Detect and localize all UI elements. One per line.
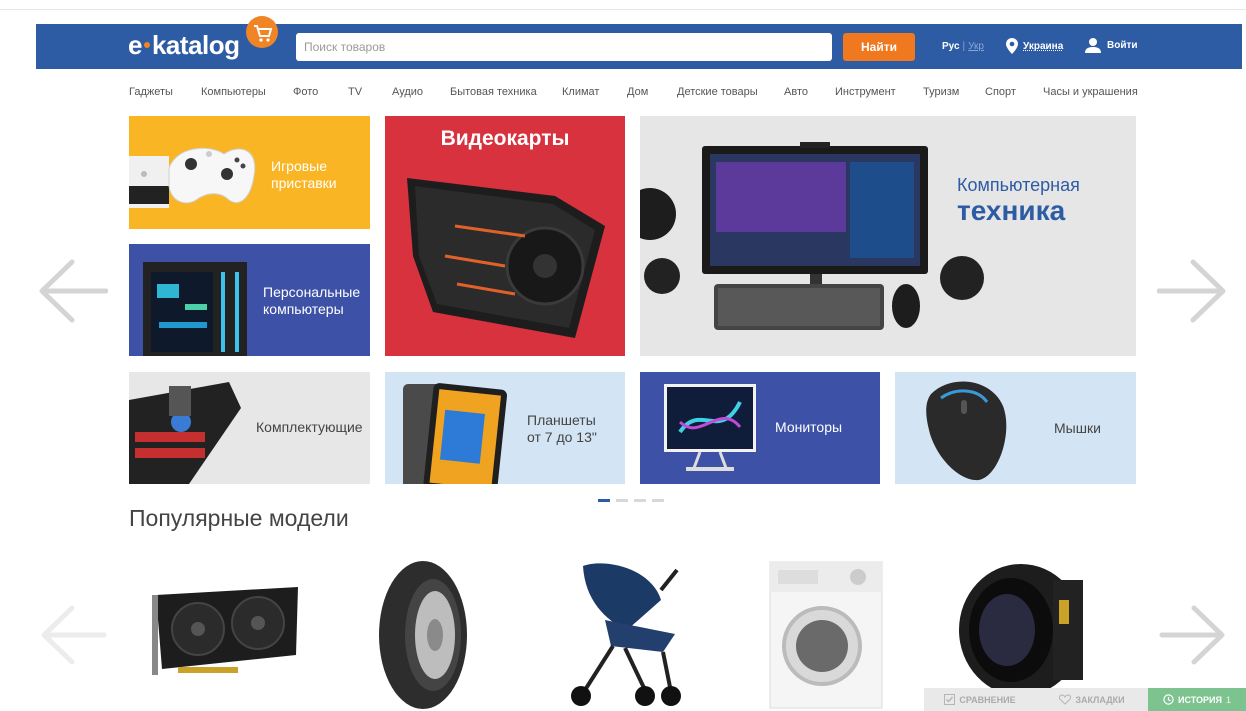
- history-button[interactable]: ИСТОРИЯ 1: [1148, 688, 1246, 711]
- top-divider: [0, 9, 1246, 10]
- compare-button[interactable]: СРАВНЕНИЕ: [924, 688, 1036, 711]
- tile-label-line1: Персональные: [263, 284, 361, 300]
- tile-mice[interactable]: Мышки: [895, 372, 1136, 484]
- search-input[interactable]: [296, 33, 832, 61]
- nav-photo[interactable]: Фото: [293, 86, 318, 98]
- clock-icon: [1163, 694, 1174, 705]
- product-stroller-image[interactable]: [565, 560, 685, 710]
- tile-label: Видеокарты: [440, 127, 570, 150]
- login-button[interactable]: Войти: [1084, 36, 1138, 54]
- pager-dot-3[interactable]: [634, 499, 646, 502]
- tile-personal-computers[interactable]: Персональные компьютеры: [129, 244, 370, 356]
- tile-label: Мониторы: [775, 419, 843, 435]
- tile-label-line2: компьютеры: [263, 301, 344, 317]
- logo-cart-icon: [246, 16, 278, 48]
- tile-label-line1: Компьютерная: [957, 175, 1080, 195]
- tile-computer-tech[interactable]: Компьютерная техника: [640, 116, 1136, 356]
- nav-gadgets[interactable]: Гаджеты: [129, 86, 173, 98]
- nav-tourism[interactable]: Туризм: [923, 86, 959, 98]
- heart-icon: [1059, 694, 1072, 705]
- nav-watches[interactable]: Часы и украшения: [1043, 86, 1138, 98]
- product-gpu-image[interactable]: [148, 585, 300, 685]
- user-icon: [1085, 38, 1101, 53]
- pager-dot-4[interactable]: [652, 499, 664, 502]
- language-switcher: Рус | Укр: [942, 41, 984, 52]
- region-label: Украина: [1023, 40, 1064, 52]
- popular-prev-arrow-icon[interactable]: [40, 604, 108, 666]
- pager-dot-2[interactable]: [616, 499, 628, 502]
- find-button[interactable]: Найти: [843, 33, 915, 61]
- tile-label: Мышки: [1054, 420, 1101, 436]
- monitor-image: [664, 384, 756, 471]
- compare-label: СРАВНЕНИЕ: [959, 694, 1016, 705]
- tile-label-line2: от 7 до 13": [527, 429, 597, 445]
- tile-tablets[interactable]: Планшеты от 7 до 13": [385, 372, 625, 484]
- location-pin-icon: [1006, 38, 1018, 54]
- tile-game-consoles[interactable]: Игровые приставки: [129, 116, 370, 229]
- tile-components[interactable]: Комплектующие: [129, 372, 370, 484]
- history-label: ИСТОРИЯ: [1178, 694, 1222, 705]
- carousel-next-arrow-icon[interactable]: [1157, 258, 1227, 324]
- popular-next-arrow-icon[interactable]: [1158, 604, 1226, 666]
- login-label: Войти: [1107, 39, 1138, 51]
- tile-label: Игровые приставки: [271, 158, 337, 191]
- computer-setup-image: [640, 142, 984, 330]
- nav-sport[interactable]: Спорт: [985, 86, 1016, 98]
- product-lens-image[interactable]: [953, 560, 1093, 700]
- bookmarks-label: ЗАКЛАДКИ: [1075, 694, 1125, 705]
- region-selector[interactable]: Украина: [1006, 38, 1063, 54]
- nav-computers[interactable]: Компьютеры: [201, 86, 266, 98]
- nav-tv[interactable]: TV: [348, 86, 362, 98]
- pager-dot-1[interactable]: [598, 499, 610, 502]
- category-nav: Гаджеты Компьютеры Фото TV Аудио Бытовая…: [0, 86, 1246, 100]
- tile-label: Комплектующие: [256, 419, 363, 435]
- tile-label-line1: Планшеты: [527, 412, 596, 428]
- carousel-prev-arrow-icon[interactable]: [38, 258, 108, 324]
- logo[interactable]: e katalog: [128, 30, 240, 64]
- lang-uk-link[interactable]: Укр: [968, 41, 984, 52]
- product-tire-image[interactable]: [377, 560, 469, 710]
- nav-appliances[interactable]: Бытовая техника: [450, 86, 537, 98]
- nav-kids[interactable]: Детские товары: [677, 86, 758, 98]
- tile-monitors[interactable]: Мониторы: [640, 372, 880, 484]
- lang-ru[interactable]: Рус: [942, 41, 960, 52]
- checkbox-icon: [944, 694, 956, 705]
- gpu-image: [407, 178, 605, 338]
- popular-models-title: Популярные модели: [129, 505, 349, 531]
- product-washer-image[interactable]: [766, 560, 886, 710]
- bookmarks-button[interactable]: ЗАКЛАДКИ: [1036, 688, 1148, 711]
- tile-video-cards[interactable]: Видеокарты: [385, 116, 625, 356]
- bottom-tools-bar: СРАВНЕНИЕ ЗАКЛАДКИ ИСТОРИЯ 1: [924, 688, 1246, 711]
- header-bar: ekatalog Найти Рус|Укр Украина Войти: [36, 16, 1242, 69]
- history-count-badge: 1: [1225, 694, 1231, 705]
- nav-tools[interactable]: Инструмент: [835, 86, 896, 98]
- nav-auto[interactable]: Авто: [784, 86, 808, 98]
- nav-climate[interactable]: Климат: [562, 86, 599, 98]
- nav-home[interactable]: Дом: [627, 86, 648, 98]
- nav-audio[interactable]: Аудио: [392, 86, 423, 98]
- carousel-pager: [598, 499, 664, 502]
- tile-label-line2: техника: [957, 195, 1066, 226]
